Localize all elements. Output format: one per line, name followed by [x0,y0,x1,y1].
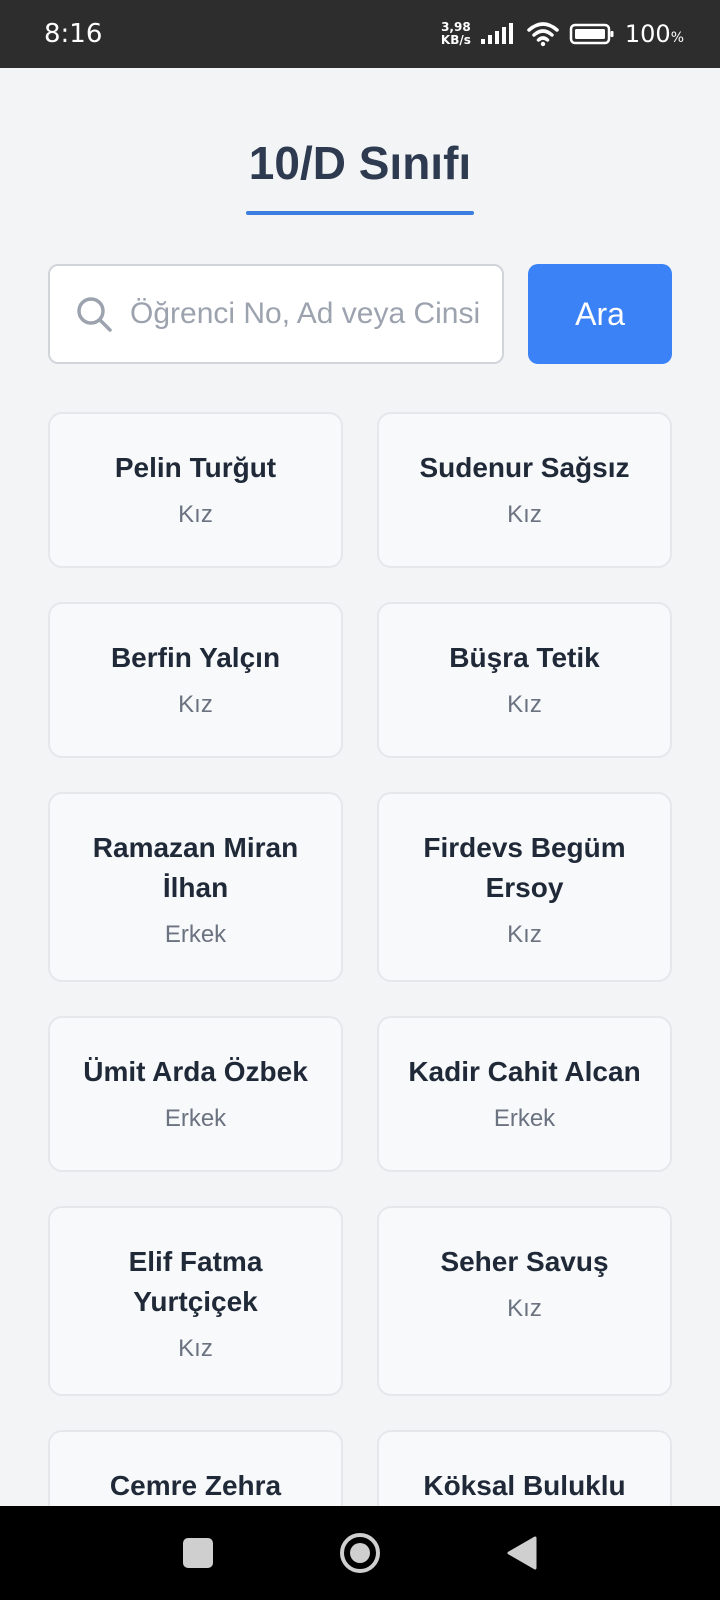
student-card[interactable]: Berfin Yalçın Kız [48,602,343,758]
student-gender: Kız [507,1295,542,1322]
battery-percentage: 100% [625,20,684,48]
student-name: Cemre Zehra [109,1470,282,1501]
search-box[interactable] [48,264,504,364]
signal-icon [480,23,513,44]
student-gender: Kız [178,501,213,528]
student-card[interactable]: Büşra Tetik Kız [377,602,672,758]
student-card[interactable]: Elif Fatma Yurtçiçek Kız [48,1206,343,1396]
status-time: 8:16 [44,19,103,49]
battery-unit: % [670,30,684,46]
student-name: Firdevs Begüm Ersoy [423,832,626,903]
student-gender: Kız [507,921,542,948]
student-card[interactable]: Ramazan Miran İlhan Erkek [48,792,343,982]
student-gender: Kız [507,691,542,718]
student-card[interactable]: Seher Savuş Kız [377,1206,672,1396]
student-name: Sudenur Sağsız [419,452,630,483]
navigation-bar [0,1506,720,1600]
student-gender: Erkek [164,1105,227,1132]
battery-icon [569,23,614,45]
student-card[interactable]: Sudenur Sağsız Kız [377,412,672,568]
student-gender: Erkek [493,1105,556,1132]
status-icons: 3,98 KB/s 100% [441,20,684,48]
student-name: Pelin Turğut [114,452,277,483]
square-icon[interactable] [181,1536,215,1570]
student-card[interactable]: Ümit Arda Özbek Erkek [48,1016,343,1172]
student-name: Seher Savuş [440,1246,609,1277]
triangle-back-icon[interactable] [505,1535,539,1571]
network-speed-unit: KB/s [440,33,471,47]
student-gender: Erkek [164,921,227,948]
student-name: Berfin Yalçın [110,642,281,673]
wifi-icon [527,22,559,47]
page-title: 10/D Sınıfı [248,137,472,189]
title-underline [246,211,474,215]
student-card[interactable]: Cemre Zehra [48,1430,343,1506]
student-card[interactable]: Köksal Buluklu [377,1430,672,1506]
student-name: Köksal Buluklu [423,1470,626,1501]
search-button[interactable]: Ara [528,264,672,364]
student-grid: Pelin Turğut Kız Sudenur Sağsız Kız Berfin Y… [48,412,672,1506]
student-gender: Kız [178,1335,213,1362]
student-card[interactable]: Pelin Turğut Kız [48,412,343,568]
student-card[interactable]: Firdevs Begüm Ersoy Kız [377,792,672,982]
circle-icon[interactable] [338,1531,382,1575]
student-name: Ramazan Miran İlhan [92,832,299,903]
student-name: Ümit Arda Özbek [83,1056,308,1087]
search-input[interactable] [130,297,480,331]
main-content[interactable]: 10/D Sınıfı Ara Pelin TurğutKızSudenur S… [0,68,720,1506]
network-speed: 3,98 KB/s [441,21,471,47]
student-gender: Kız [178,691,213,718]
student-gender: Kız [507,501,542,528]
search-icon [77,297,112,332]
student-name: Kadir Cahit Alcan [408,1056,641,1087]
student-card[interactable]: Kadir Cahit Alcan Erkek [377,1016,672,1172]
student-name: Büşra Tetik [449,642,600,673]
status-bar: 8:16 3,98 KB/s 100% [0,0,720,68]
battery-value: 100 [624,20,671,48]
student-name: Elif Fatma Yurtçiçek [128,1246,263,1317]
